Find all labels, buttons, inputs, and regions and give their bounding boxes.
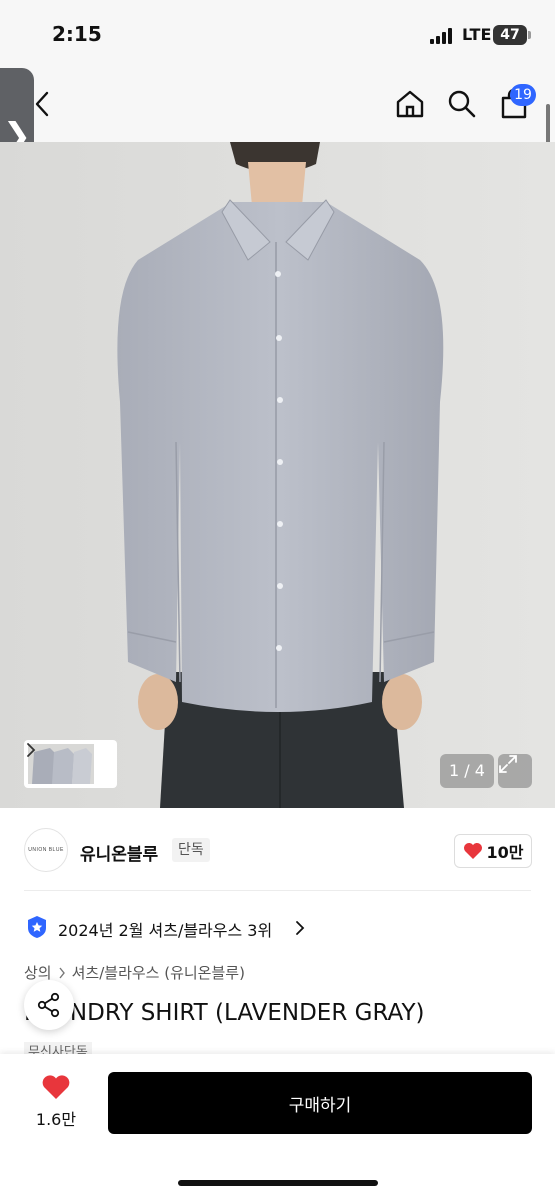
chevron-right-icon (27, 743, 36, 757)
expand-image-button[interactable] (498, 754, 532, 788)
product-title: LAUNDRY SHIRT (LAVENDER GRAY) (24, 1000, 425, 1026)
battery-icon: 47 (493, 25, 531, 45)
home-button[interactable] (390, 84, 430, 124)
product-like-count: 1.6만 (35, 1110, 77, 1129)
chevron-right-icon (296, 921, 305, 935)
thumbnail-strip[interactable] (24, 740, 117, 788)
brand-logo[interactable]: UNION BLUE (24, 828, 68, 872)
ranking-link[interactable]: 2024년 2월 셔츠/블라우스 3위 (58, 917, 272, 941)
bottom-action-bar: 1.6만 구매하기 (0, 1054, 555, 1200)
brand-like-button[interactable]: 10만 (454, 834, 532, 868)
chevron-right-icon (59, 967, 65, 978)
breadcrumb-subcategory[interactable]: 셔츠/블라우스 (유니온블루) (72, 962, 245, 983)
top-nav: 19 (0, 68, 555, 142)
home-icon (396, 90, 424, 118)
product-like-button[interactable]: 1.6만 (22, 1074, 90, 1134)
brand-name[interactable]: 유니온블루 (80, 840, 158, 865)
product-image-gallery[interactable]: 1 / 4 (0, 142, 555, 808)
signal-icon (430, 28, 456, 44)
network-label: LTE (462, 25, 492, 44)
brand-like-count: 10만 (486, 843, 524, 862)
home-indicator (178, 1180, 378, 1186)
status-bar: 2:15 LTE 47 (0, 0, 555, 68)
search-button[interactable] (442, 84, 482, 124)
divider (24, 890, 531, 891)
image-page-counter: 1 / 4 (440, 754, 494, 788)
exclusive-tag: 단독 (172, 838, 210, 862)
breadcrumb: 상의 셔츠/블라우스 (유니온블루) (24, 962, 245, 983)
share-icon (37, 992, 60, 1018)
search-icon (448, 90, 476, 118)
buy-button[interactable]: 구매하기 (108, 1072, 532, 1134)
heart-icon (42, 1075, 70, 1099)
chevron-left-icon (35, 91, 49, 117)
heart-icon (463, 843, 482, 859)
share-button[interactable] (24, 980, 74, 1030)
product-photo (0, 142, 555, 808)
cart-count-badge: 19 (510, 84, 536, 106)
ranking-badge-icon (28, 916, 46, 938)
expand-icon (499, 755, 517, 773)
status-time: 2:15 (52, 22, 102, 46)
